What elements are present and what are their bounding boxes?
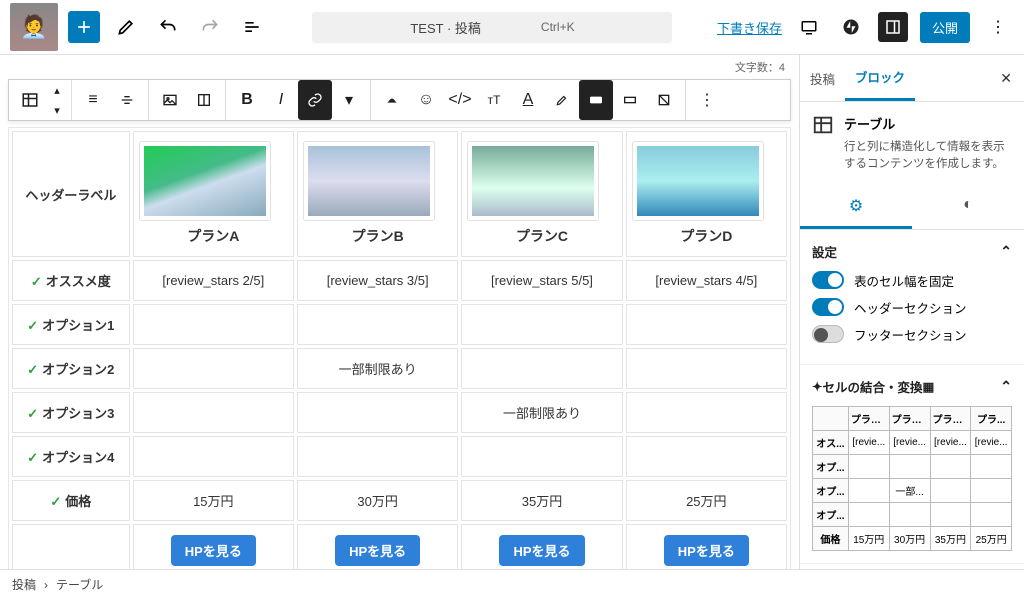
avatar[interactable]: 🧑‍💼 bbox=[10, 3, 58, 51]
document-title: TEST · 投稿 bbox=[410, 18, 481, 37]
mini-preview-table[interactable]: プランAプランBプランCプラ... オス...[revie...[revie..… bbox=[812, 406, 1012, 551]
close-sidebar-button[interactable]: ✕ bbox=[988, 70, 1024, 87]
undo-button[interactable] bbox=[152, 11, 184, 43]
breadcrumb-leaf[interactable]: テーブル bbox=[56, 576, 103, 593]
border-button[interactable] bbox=[613, 80, 647, 120]
save-draft-link[interactable]: 下書き保存 bbox=[717, 18, 782, 37]
publish-button[interactable]: 公開 bbox=[920, 12, 970, 43]
block-toolbar: ▴ ▾ ≡ B I ▾ bbox=[8, 79, 791, 121]
valign-button[interactable] bbox=[110, 80, 144, 120]
toggle-fixed-width[interactable] bbox=[812, 271, 844, 289]
check-icon: ✓ bbox=[27, 406, 38, 421]
table-row: ✓オプション1 bbox=[12, 304, 787, 345]
plan-name: プランA bbox=[140, 226, 287, 246]
image-tool-button[interactable] bbox=[153, 80, 187, 120]
table-row: ✓オプション4 bbox=[12, 436, 787, 477]
table-block-type-icon bbox=[812, 114, 834, 136]
link-button[interactable] bbox=[298, 80, 332, 120]
plan-name: プランB bbox=[304, 226, 451, 246]
table-block-icon[interactable] bbox=[13, 80, 47, 120]
panel-cell-merge: ✦ セルの結合・変換 ▦⌃ プランAプランBプランCプラ... オス...[re… bbox=[800, 365, 1024, 564]
view-hp-button[interactable]: HPを見る bbox=[664, 535, 749, 566]
table-row: ✓オプション2一部制限あり bbox=[12, 348, 787, 389]
table-row: ✓オススメ度[review_stars 2/5][review_stars 3/… bbox=[12, 260, 787, 301]
plan-comparison-table[interactable]: ヘッダーラベル プランA プランB プランC プランD ✓オススメ度[revie… bbox=[8, 127, 791, 569]
italic-button[interactable]: I bbox=[264, 80, 298, 120]
align-button[interactable]: ≡ bbox=[76, 80, 110, 120]
editor-canvas: 文字数：4 ▴ ▾ ≡ B I bbox=[0, 55, 799, 569]
command-shortcut: Ctrl+K bbox=[541, 20, 575, 34]
redo-button[interactable] bbox=[194, 11, 226, 43]
view-hp-button[interactable]: HPを見る bbox=[499, 535, 584, 566]
text-color-button[interactable]: A bbox=[511, 80, 545, 120]
grid-icon: ▦ bbox=[923, 379, 935, 394]
header-label-cell[interactable]: ヘッダーラベル bbox=[12, 131, 130, 257]
outline-button[interactable] bbox=[236, 11, 268, 43]
table-header-row: ヘッダーラベル プランA プランB プランC プランD bbox=[12, 131, 787, 257]
clear-format-button[interactable] bbox=[647, 80, 681, 120]
plan-name: プランD bbox=[633, 226, 780, 246]
chevron-up-icon[interactable]: ⌃ bbox=[1000, 378, 1012, 395]
block-name: テーブル bbox=[844, 114, 1012, 133]
editor-topbar: 🧑‍💼 TEST · 投稿 Ctrl+K 下書き保存 公開 ⋮ bbox=[0, 0, 1024, 55]
emoji-button[interactable]: ☺ bbox=[409, 80, 443, 120]
toggle-footer-section[interactable] bbox=[812, 325, 844, 343]
toggle-header-section[interactable] bbox=[812, 298, 844, 316]
table-row: ✓オプション3一部制限あり bbox=[12, 392, 787, 433]
highlight-button[interactable] bbox=[545, 80, 579, 120]
check-icon: ✓ bbox=[50, 494, 61, 509]
block-menu-button[interactable]: ⋮ bbox=[690, 80, 724, 120]
bold-button[interactable]: B bbox=[230, 80, 264, 120]
tab-block[interactable]: ブロック bbox=[845, 55, 915, 101]
breadcrumb-root[interactable]: 投稿 bbox=[12, 576, 36, 593]
move-up-button[interactable]: ▴ bbox=[47, 80, 67, 100]
more-rich-text-button[interactable]: ▾ bbox=[332, 80, 366, 120]
settings-panel-toggle[interactable] bbox=[878, 12, 908, 42]
tab-post[interactable]: 投稿 bbox=[800, 57, 845, 100]
view-hp-button[interactable]: HPを見る bbox=[335, 535, 420, 566]
table-row: ✓価格15万円30万円35万円25万円 bbox=[12, 480, 787, 521]
edit-mode-button[interactable] bbox=[110, 11, 142, 43]
more-options-button[interactable]: ⋮ bbox=[982, 11, 1014, 43]
word-count: 文字数：4 bbox=[8, 55, 791, 79]
chevron-up-icon[interactable]: ⌃ bbox=[1000, 243, 1012, 260]
view-hp-button[interactable]: HPを見る bbox=[171, 535, 256, 566]
settings-sidebar: 投稿 ブロック ✕ テーブル 行と列に構造化して情報を表示するコンテンツを作成し… bbox=[799, 55, 1024, 569]
tab-settings-icon[interactable]: ⚙ bbox=[800, 186, 912, 229]
document-title-bar[interactable]: TEST · 投稿 Ctrl+K bbox=[312, 12, 672, 43]
plan-d-thumb bbox=[633, 142, 763, 220]
code-button[interactable]: </> bbox=[443, 80, 477, 120]
check-icon: ✓ bbox=[31, 274, 42, 289]
add-block-button[interactable] bbox=[68, 11, 100, 43]
plan-a-thumb bbox=[140, 142, 270, 220]
check-icon: ✓ bbox=[27, 362, 38, 377]
breadcrumb-sep: › bbox=[44, 578, 48, 592]
check-icon: ✓ bbox=[27, 318, 38, 333]
tab-styles-icon[interactable]: ◐ bbox=[912, 186, 1024, 229]
plan-name: プランC bbox=[468, 226, 615, 246]
preview-desktop-icon[interactable] bbox=[794, 12, 824, 42]
font-size-button[interactable]: тT bbox=[477, 80, 511, 120]
table-cta-row: HPを見る HPを見る HPを見る HPを見る bbox=[12, 524, 787, 569]
move-down-button[interactable]: ▾ bbox=[47, 100, 67, 120]
block-breadcrumb[interactable]: 投稿 › テーブル bbox=[0, 569, 1024, 599]
check-icon: ✓ bbox=[27, 450, 38, 465]
jetpack-icon[interactable] bbox=[836, 12, 866, 42]
plan-c-thumb bbox=[468, 142, 598, 220]
swell-icon[interactable] bbox=[375, 80, 409, 120]
column-tool-button[interactable] bbox=[187, 80, 221, 120]
background-button[interactable] bbox=[579, 80, 613, 120]
block-description: 行と列に構造化して情報を表示するコンテンツを作成します。 bbox=[844, 139, 1012, 174]
plan-b-thumb bbox=[304, 142, 434, 220]
panel-settings: 設定⌃ 表のセル幅を固定 ヘッダーセクション フッターセクション bbox=[800, 230, 1024, 365]
